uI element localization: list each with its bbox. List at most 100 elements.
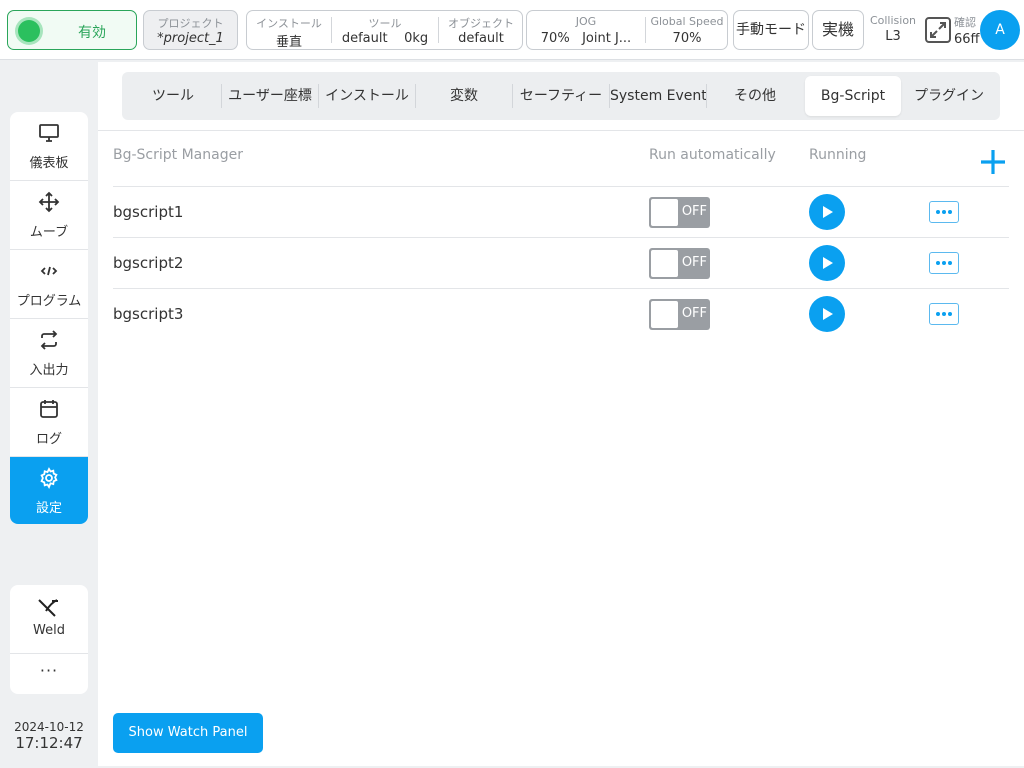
sidebar-item-move[interactable]: ムーブ	[10, 181, 88, 250]
real-machine-button[interactable]: 実機	[812, 10, 864, 50]
io-icon	[40, 330, 58, 350]
expand-icon[interactable]	[924, 16, 952, 44]
column-header-auto: Run automatically	[649, 147, 776, 163]
sidebar: 儀表板 ムーブ プログラム 入出力 ログ 設定	[10, 112, 88, 524]
weld-label: Weld	[33, 623, 65, 638]
sidebar-item-label: ムーブ	[29, 225, 69, 240]
dot	[942, 261, 946, 265]
script-more-button[interactable]	[929, 201, 959, 223]
sidebar-item-label: プログラム	[16, 294, 82, 309]
toggle-knob	[651, 250, 678, 277]
more-button[interactable]: ···	[10, 654, 88, 694]
play-icon	[823, 206, 833, 218]
script-name: bgscript3	[113, 305, 184, 323]
auto-run-toggle[interactable]: OFF	[649, 299, 710, 330]
tool-segment[interactable]: ツール default 0kg	[332, 11, 438, 49]
sidebar-item-label: ログ	[35, 432, 62, 447]
sidebar-item-weld[interactable]: Weld	[10, 585, 88, 654]
project-selector[interactable]: プロジェクト *project_1	[143, 10, 238, 50]
tab-variables[interactable]: 変数	[416, 76, 512, 116]
play-icon	[823, 308, 833, 320]
tool-name: default	[341, 31, 388, 46]
enable-status-icon	[18, 20, 40, 42]
install-caption: インストール	[256, 17, 322, 30]
tab-tool[interactable]: ツール	[126, 76, 220, 116]
sidebar-item-io[interactable]: 入出力	[10, 319, 88, 388]
code-icon	[40, 266, 58, 276]
gear-icon	[40, 467, 58, 489]
project-caption: プロジェクト	[157, 17, 224, 30]
global-speed-caption: Global Speed	[650, 15, 724, 28]
divider	[113, 288, 1009, 289]
tab-other[interactable]: その他	[707, 76, 803, 116]
sidebar-item-label: 儀表板	[29, 156, 69, 171]
run-script-button[interactable]	[809, 296, 845, 332]
script-name: bgscript1	[113, 203, 184, 221]
sidebar-item-settings[interactable]: 設定	[10, 457, 88, 524]
auto-run-toggle[interactable]: OFF	[649, 197, 710, 228]
dot	[948, 312, 952, 316]
script-name: bgscript2	[113, 254, 184, 272]
sidebar-item-label: 設定	[35, 501, 62, 516]
divider	[113, 237, 1009, 238]
play-icon	[823, 257, 833, 269]
toggle-knob	[651, 301, 678, 328]
enable-label: 有効	[78, 25, 106, 41]
global-speed-segment[interactable]: Global Speed 70%	[646, 11, 728, 49]
object-caption: オブジェクト	[448, 17, 514, 30]
user-avatar[interactable]: A	[980, 10, 1020, 50]
jog-value: 70% Joint J...	[527, 31, 645, 46]
tool-weight: 0kg	[404, 31, 429, 46]
column-header-name: Bg-Script Manager	[113, 147, 243, 163]
sidebar-item-log[interactable]: ログ	[10, 388, 88, 457]
run-script-button[interactable]	[809, 245, 845, 281]
clock-time: 17:12:47	[15, 734, 83, 752]
dot	[948, 210, 952, 214]
tool-caption: ツール	[368, 17, 402, 30]
toggle-state: OFF	[681, 255, 707, 270]
sidebar-item-label: 入出力	[29, 363, 69, 378]
tool-value: default 0kg	[332, 31, 438, 46]
dot	[948, 261, 952, 265]
collision-caption: Collision	[869, 14, 917, 27]
script-more-button[interactable]	[929, 252, 959, 274]
top-bar: 有効 プロジェクト *project_1 インストール 垂直 ツール defau…	[0, 0, 1024, 60]
show-watch-panel-button[interactable]: Show Watch Panel	[113, 713, 263, 753]
speed-panel[interactable]: JOG 70% Joint J... Global Speed 70%	[526, 10, 728, 50]
calendar-icon	[40, 400, 58, 418]
tab-safety[interactable]: セーフティー	[513, 76, 609, 116]
settings-panel: ツール ユーザー座標 インストール 変数 セーフティー System Event…	[98, 62, 1024, 766]
divider	[98, 130, 1024, 131]
dot	[942, 312, 946, 316]
toggle-state: OFF	[681, 306, 707, 321]
jog-segment[interactable]: JOG 70% Joint J...	[527, 11, 645, 49]
auto-run-toggle[interactable]: OFF	[649, 248, 710, 279]
monitor-icon	[39, 124, 59, 142]
installation-panel[interactable]: インストール 垂直 ツール default 0kg オブジェクト default	[246, 10, 523, 50]
manual-mode-button[interactable]: 手動モード	[733, 10, 809, 50]
object-value: default	[458, 31, 504, 46]
install-segment[interactable]: インストール 垂直	[247, 11, 331, 50]
tab-bg-script[interactable]: Bg-Script	[805, 76, 901, 116]
sidebar-item-program[interactable]: プログラム	[10, 250, 88, 319]
run-script-button[interactable]	[809, 194, 845, 230]
project-name: *project_1	[157, 31, 224, 46]
jog-caption: JOG	[575, 15, 597, 28]
divider	[113, 186, 1009, 187]
dot	[942, 210, 946, 214]
sidebar-item-dashboard[interactable]: 儀表板	[10, 112, 88, 181]
robot-enable-toggle[interactable]: 有効	[7, 10, 137, 50]
tab-installation[interactable]: インストール	[319, 76, 415, 116]
jog-speed: 70%	[540, 31, 570, 46]
add-script-icon[interactable]	[978, 147, 1008, 177]
dot	[936, 261, 940, 265]
object-segment[interactable]: オブジェクト default	[439, 11, 523, 49]
install-value: 垂直	[275, 35, 302, 50]
tab-plugin[interactable]: プラグイン	[902, 76, 996, 116]
jog-mode: Joint J...	[582, 31, 632, 46]
collision-level[interactable]: Collision L3	[866, 14, 920, 44]
tab-system-event[interactable]: System Event	[610, 76, 707, 116]
tab-user-frame[interactable]: ユーザー座標	[222, 76, 318, 116]
column-header-running: Running	[809, 147, 867, 163]
script-more-button[interactable]	[929, 303, 959, 325]
